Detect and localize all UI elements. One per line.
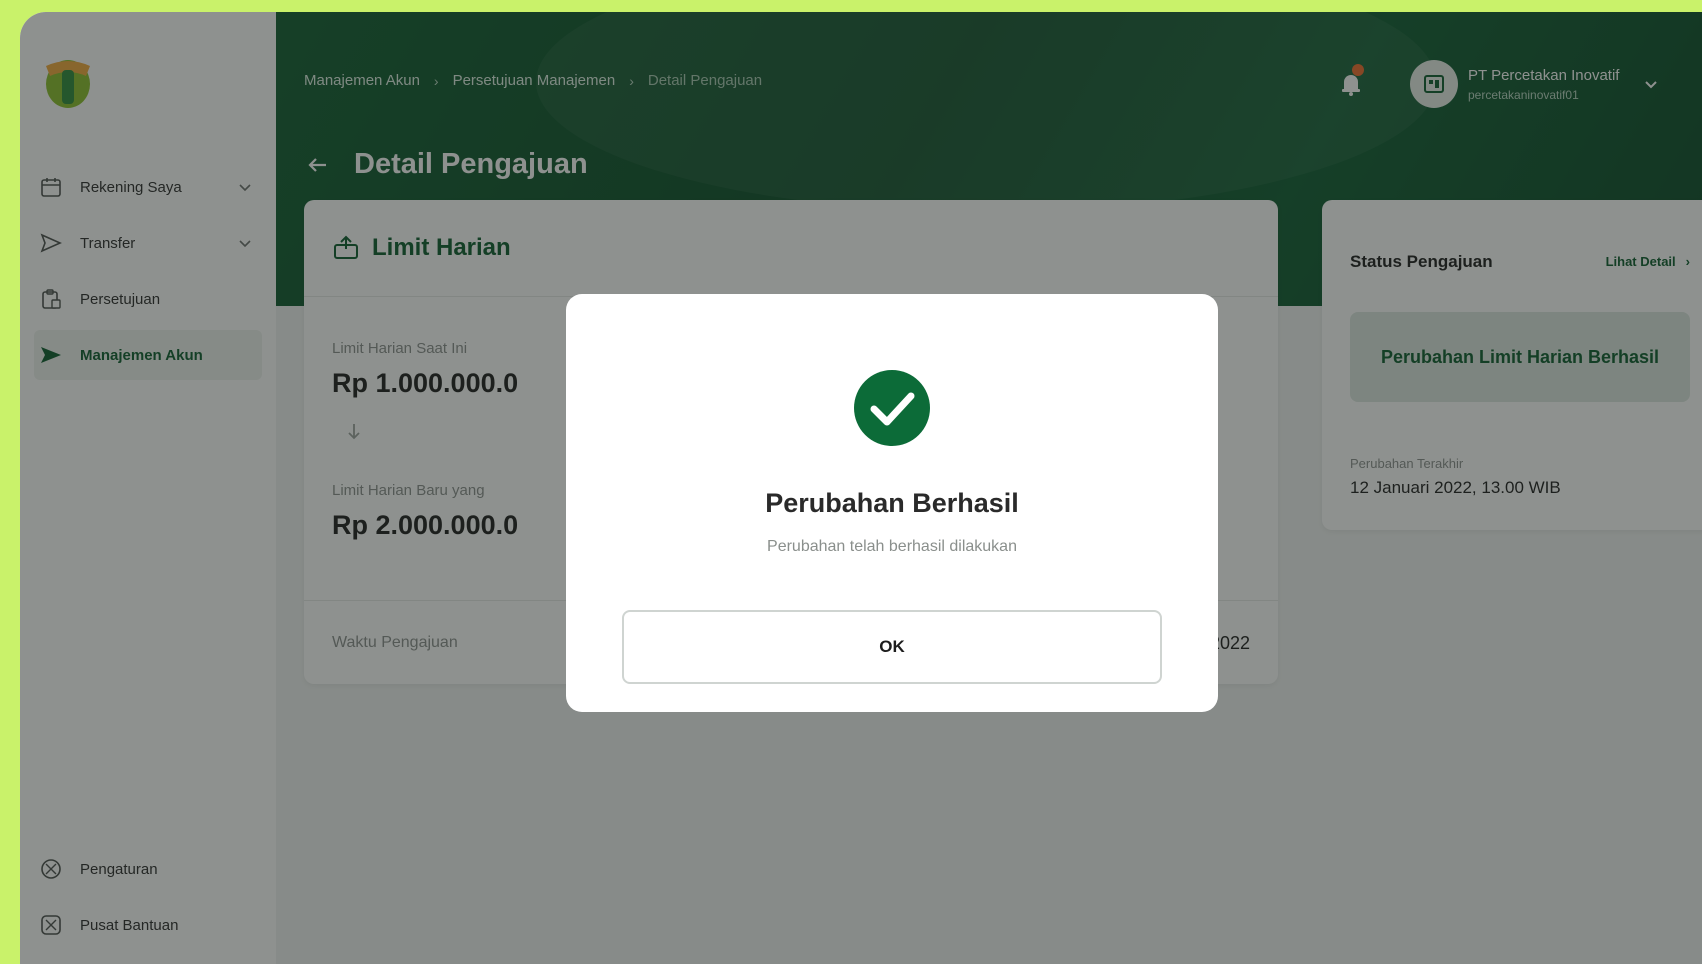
app-window: Rekening Saya Transfer Persetujuan (20, 12, 1702, 964)
success-modal: Perubahan Berhasil Perubahan telah berha… (566, 294, 1218, 712)
check-circle-icon (852, 368, 932, 448)
modal-title: Perubahan Berhasil (765, 488, 1019, 518)
modal-subtitle: Perubahan telah berhasil dilakukan (767, 538, 1017, 555)
ok-button[interactable]: OK (622, 610, 1162, 684)
